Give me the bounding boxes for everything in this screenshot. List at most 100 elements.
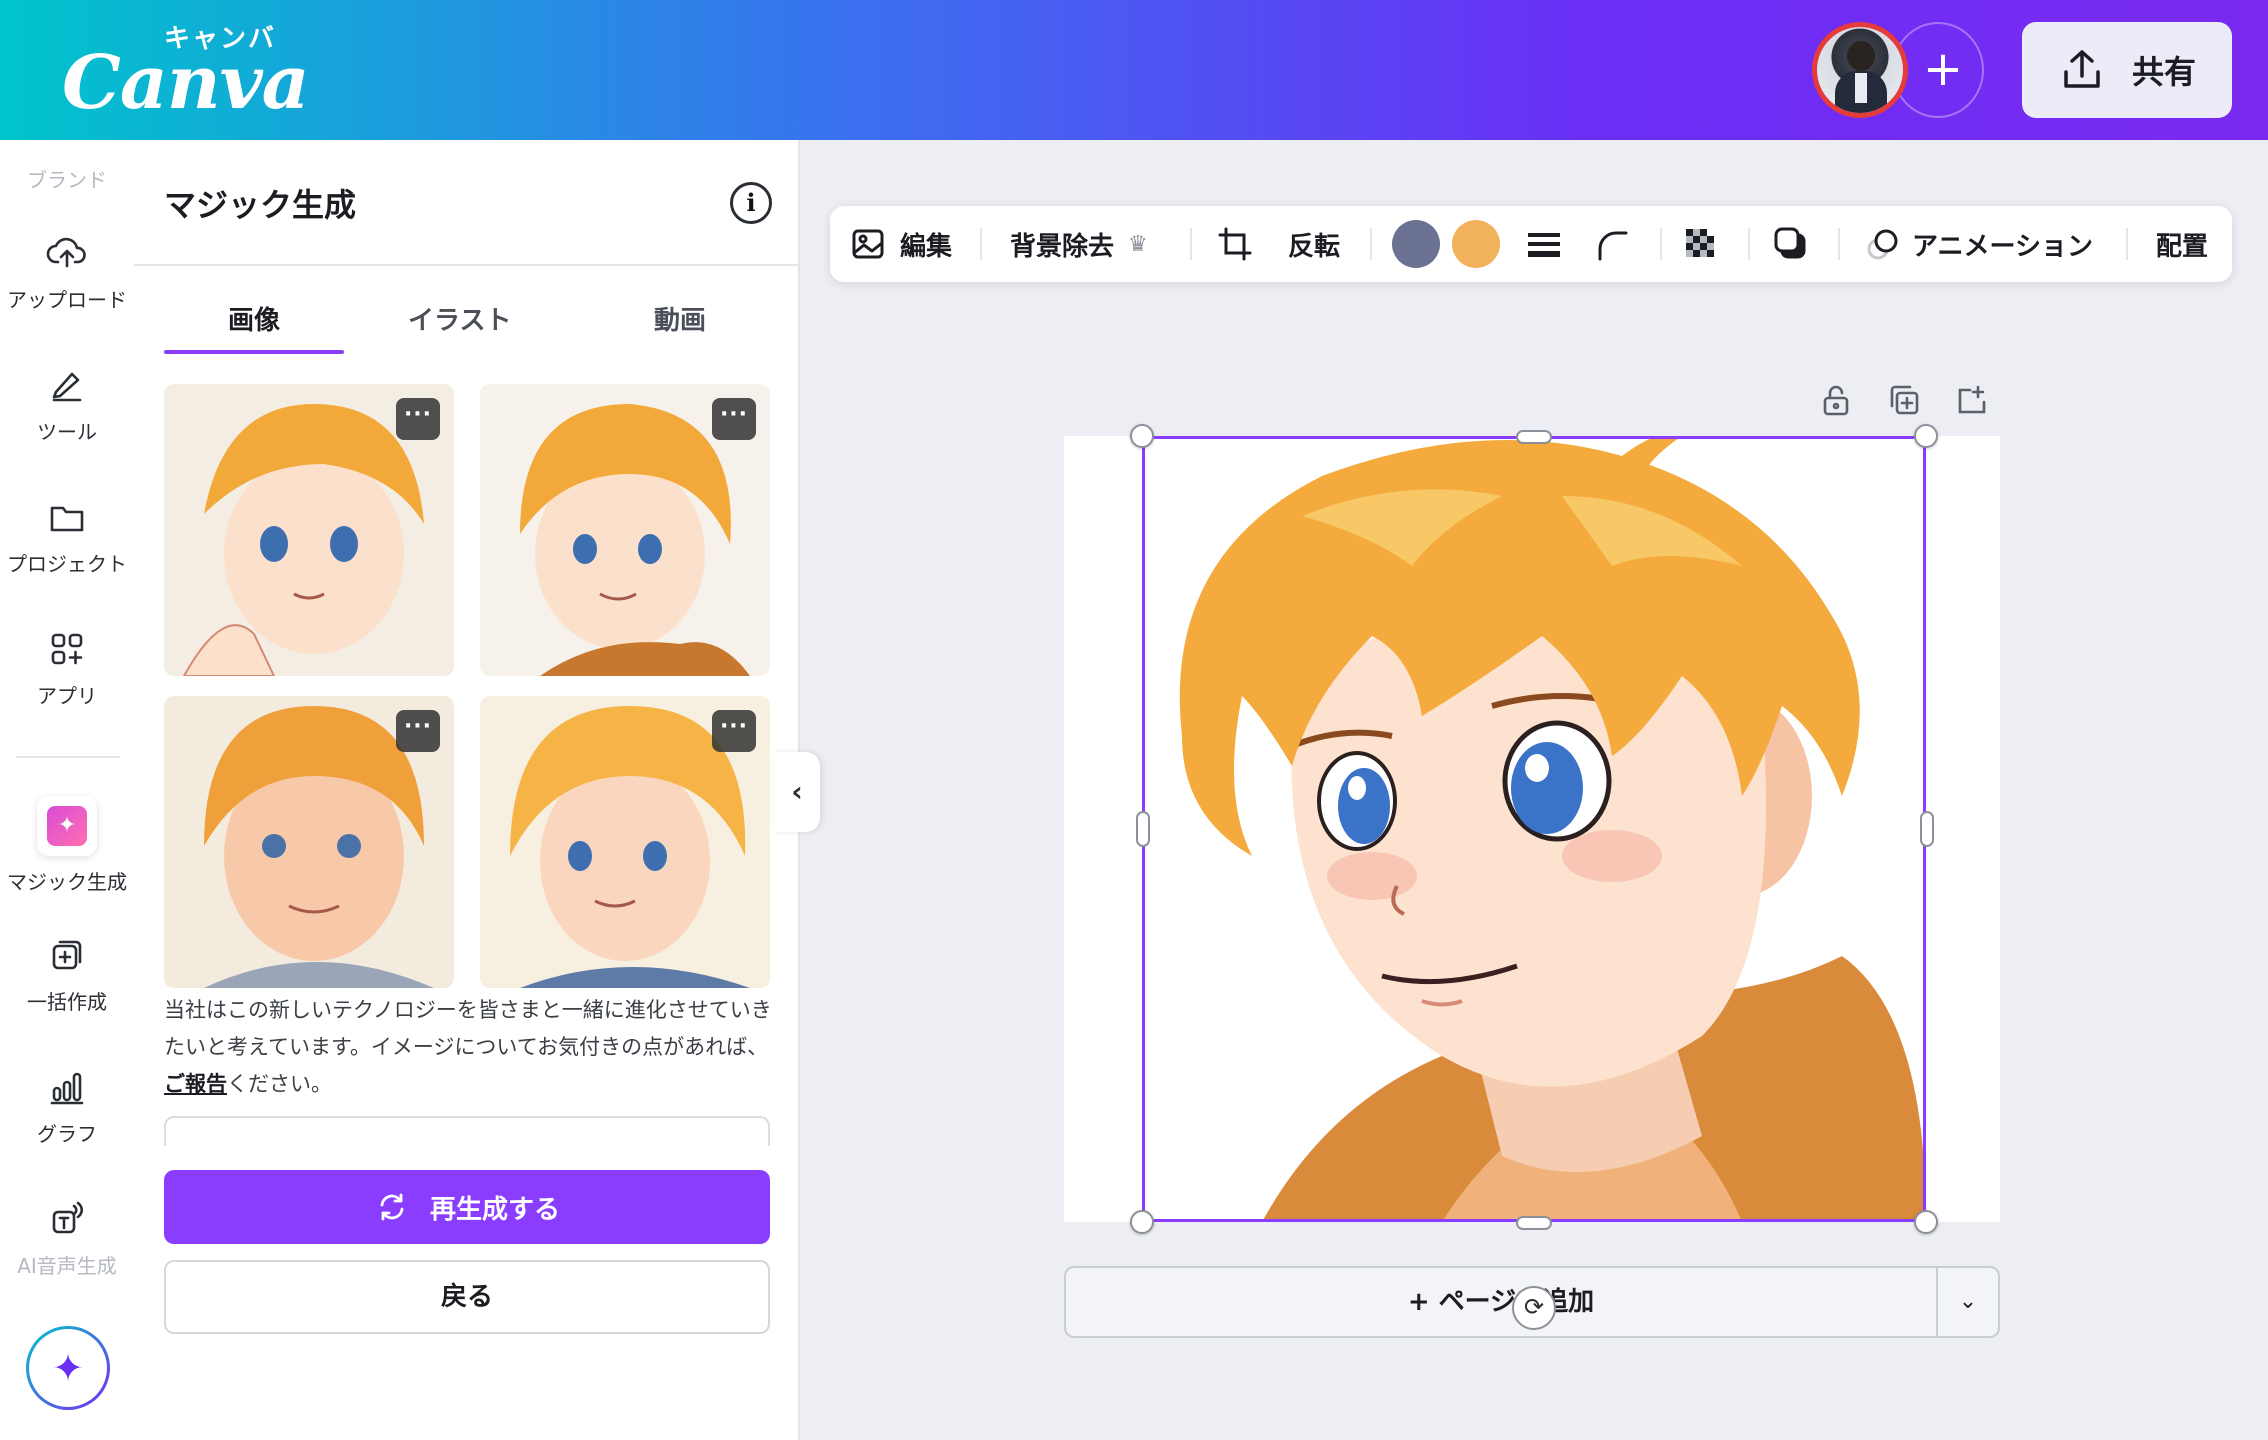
rail-item-brand[interactable]: ブランド (0, 164, 134, 193)
shadow-effect-button[interactable] (1772, 206, 1810, 282)
rail-item-upload[interactable]: アップロード (0, 232, 134, 313)
prompt-field[interactable] (164, 1116, 770, 1146)
rail-item-apps[interactable]: アプリ (0, 628, 134, 709)
rail-label: マジック生成 (7, 870, 127, 894)
add-page-button[interactable]: + ページを追加 (1064, 1266, 1936, 1338)
apps-grid-icon (51, 633, 83, 665)
tab-video[interactable]: 動画 (654, 300, 706, 337)
crop-icon (1218, 227, 1252, 261)
edit-label: 編集 (900, 231, 953, 262)
border-style-button[interactable] (1524, 206, 1562, 282)
more-options-icon[interactable]: ··· (712, 710, 756, 752)
avatar[interactable] (1812, 22, 1908, 118)
resize-handle-right[interactable] (1920, 811, 1934, 847)
color-swatch-orange[interactable] (1452, 220, 1500, 268)
crop-button[interactable] (1216, 206, 1254, 282)
upload-cloud-icon (46, 237, 86, 268)
rail-label: AI音声生成 (17, 1254, 117, 1278)
chevron-down-icon[interactable]: ⌄ (1936, 1266, 2000, 1338)
share-button[interactable]: 共有 (2022, 22, 2232, 118)
edit-image-button[interactable]: 編集 (850, 206, 952, 282)
resize-handle-left[interactable] (1136, 811, 1150, 847)
top-header: キャンバ Canva + 共有 (0, 0, 2268, 140)
rail-item-graph[interactable]: グラフ (0, 1066, 134, 1147)
rail-item-tools[interactable]: ツール (0, 364, 134, 445)
pen-tool-icon (52, 372, 82, 402)
resize-handle-top-left[interactable] (1130, 424, 1154, 448)
logo-word: Canva (62, 40, 310, 126)
rail-item-magic-media[interactable]: ✦ マジック生成 (0, 796, 134, 895)
report-link[interactable]: ご報告 (164, 1072, 227, 1096)
position-button[interactable]: 配置 (2156, 206, 2208, 282)
rail-label: アップロード (7, 288, 127, 312)
animate-button[interactable]: アニメーション (1864, 206, 2093, 282)
rotate-handle-icon[interactable]: ⟳ (1512, 1286, 1556, 1330)
resize-handle-top[interactable] (1516, 430, 1552, 444)
result-thumbnail[interactable]: ··· (480, 384, 770, 676)
rail-label: 一括作成 (27, 990, 107, 1014)
remove-bg-label: 背景除去 (1010, 231, 1115, 262)
rail-label: プロジェクト (7, 552, 127, 576)
info-icon[interactable]: i (730, 182, 772, 224)
context-toolbar: 編集 背景除去 ♛ 反転 アニメーション 配置 (830, 206, 2232, 282)
resize-handle-bottom[interactable] (1516, 1216, 1552, 1230)
rail-item-bulk-create[interactable]: 一括作成 (0, 934, 134, 1015)
transparency-button[interactable] (1682, 206, 1720, 282)
shadow-icon (1774, 227, 1806, 259)
resize-handle-top-right[interactable] (1914, 424, 1938, 448)
magic-media-panel: マジック生成 i 画像 イラスト 動画 ··· ··· ··· ··· 当社はこ… (134, 140, 800, 1440)
rail-label: グラフ (37, 1122, 97, 1146)
duplicate-page-icon[interactable] (1886, 382, 1922, 418)
edit-image-icon (852, 229, 884, 259)
collaborators: + (1812, 20, 1984, 120)
animation-circles-icon (1867, 229, 1898, 260)
result-thumbnail[interactable]: ··· (164, 696, 454, 988)
refresh-icon (380, 1193, 404, 1221)
result-thumbnail[interactable]: ··· (164, 384, 454, 676)
resize-handle-bottom-left[interactable] (1130, 1210, 1154, 1234)
panel-divider (134, 264, 800, 266)
bar-chart-icon (50, 1072, 84, 1105)
regenerate-label: 再生成する (429, 1194, 560, 1225)
share-label: 共有 (2131, 53, 2196, 91)
color-swatch-slate[interactable] (1392, 220, 1440, 268)
sparkle-icon[interactable]: ✦ (26, 1326, 110, 1410)
regenerate-button[interactable]: 再生成する (164, 1170, 770, 1244)
rail-label: ブランド (27, 168, 107, 192)
ai-voice-icon (52, 1201, 84, 1234)
tab-image[interactable]: 画像 (228, 300, 280, 337)
resize-handle-bottom-right[interactable] (1914, 1210, 1938, 1234)
result-thumbnail[interactable]: ··· (480, 696, 770, 988)
magic-image-icon: ✦ (37, 796, 97, 856)
rail-item-projects[interactable]: プロジェクト (0, 496, 134, 577)
active-tab-indicator (164, 350, 344, 354)
canva-logo[interactable]: キャンバ Canva (62, 18, 310, 126)
folder-icon (50, 506, 84, 532)
lock-icon[interactable] (1818, 382, 1854, 418)
animate-label: アニメーション (1912, 231, 2093, 262)
corner-radius-icon (1598, 231, 1628, 261)
add-page-icon[interactable] (1954, 382, 1990, 418)
corner-rounding-button[interactable] (1594, 206, 1632, 282)
more-options-icon[interactable]: ··· (396, 710, 440, 752)
rail-item-ai-voice[interactable]: AI音声生成 (0, 1198, 134, 1279)
collapse-panel-button[interactable]: ‹ (774, 752, 820, 832)
rail-divider (16, 756, 120, 758)
panel-title: マジック生成 (164, 186, 357, 224)
back-button[interactable]: 戻る (164, 1260, 770, 1334)
bulk-create-icon (52, 940, 82, 970)
ai-disclaimer-text: 当社はこの新しいテクノロジーを皆さまと一緒に進化させていきたいと考えています。イ… (164, 998, 772, 1096)
flip-button[interactable]: 反転 (1288, 206, 1340, 282)
selection-frame (1142, 436, 1926, 1222)
crown-icon: ♛ (1128, 231, 1148, 257)
tab-illustration[interactable]: イラスト (408, 300, 511, 337)
left-rail: ブランド アップロード ツール プロジェクト アプリ ✦ マジック生成 一括作成… (0, 140, 134, 1440)
remove-background-button[interactable]: 背景除去 ♛ (1010, 206, 1148, 282)
border-lines-icon (1528, 233, 1560, 257)
rail-label: ツール (37, 420, 97, 444)
share-upload-icon (2064, 50, 2100, 88)
more-options-icon[interactable]: ··· (396, 398, 440, 440)
rail-label: アプリ (37, 684, 97, 708)
transparency-checker-icon (1686, 229, 1714, 257)
more-options-icon[interactable]: ··· (712, 398, 756, 440)
